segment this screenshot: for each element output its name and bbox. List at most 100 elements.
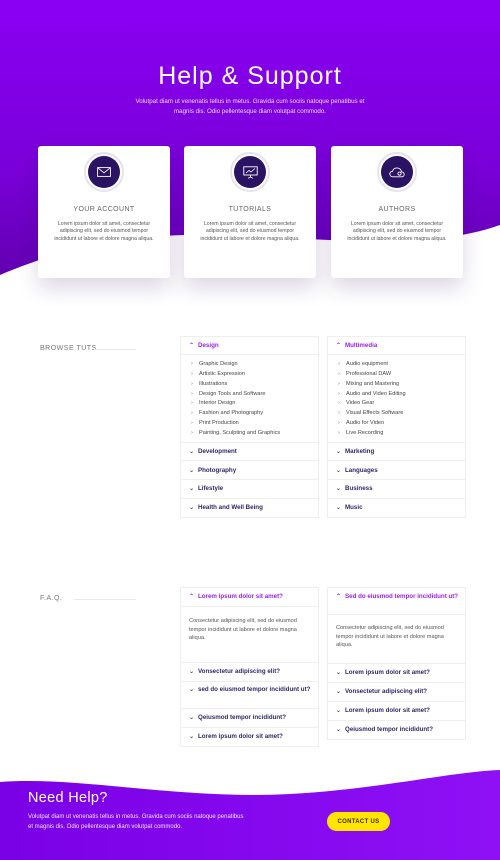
chevron-down-icon: ⌄ bbox=[336, 449, 342, 456]
faq-accordion-right: ⌃ Sed do eiusmod tempor incididunt ut? C… bbox=[327, 587, 466, 740]
list-item[interactable]: › Painting, Sculpting and Graphics bbox=[191, 429, 318, 439]
chevron-down-icon: ⌄ bbox=[336, 467, 342, 474]
faq-question: Sed do eiusmod tempor incididunt ut? bbox=[345, 593, 459, 600]
list-item[interactable]: › Interior Design bbox=[191, 399, 318, 409]
faq-answer: Consectetur adipiscing elit, sed do eius… bbox=[189, 618, 297, 642]
chevron-right-icon: › bbox=[191, 390, 193, 397]
card-tutorials[interactable]: TUTORIALS Lorem ipsum dolor sit amet, co… bbox=[184, 146, 316, 278]
faq-answer: Consectetur adipiscing elit, sed do eius… bbox=[336, 625, 444, 649]
chevron-right-icon: › bbox=[338, 410, 340, 417]
chevron-down-icon: ⌄ bbox=[336, 670, 342, 676]
accordion-row[interactable]: ⌄ Photography bbox=[181, 460, 318, 479]
list-item[interactable]: › Illustrations bbox=[191, 380, 318, 390]
chevron-right-icon: › bbox=[338, 361, 340, 367]
faq-question-row[interactable]: ⌄ Vonsectetur adipiscing elit? bbox=[181, 662, 318, 681]
card-icon-ring bbox=[230, 152, 270, 192]
chevron-right-icon: › bbox=[191, 361, 193, 367]
accordion-row[interactable]: ⌄ Development bbox=[181, 441, 318, 461]
card-text: Lorem ipsum dolor sit amet, consectetur … bbox=[347, 221, 447, 242]
chevron-right-icon: › bbox=[191, 410, 193, 417]
section-divider bbox=[74, 599, 136, 600]
browse-accordion-right: ⌃ Multimedia › Audio equipment › Professio… bbox=[327, 336, 466, 518]
chevron-down-icon: ⌄ bbox=[189, 669, 195, 675]
chevron-down-icon: ⌄ bbox=[189, 449, 195, 456]
chevron-right-icon: › bbox=[338, 400, 340, 407]
chevron-up-icon: ⌃ bbox=[336, 594, 342, 600]
page-title: Help & Support bbox=[158, 62, 342, 90]
faq-label: F.A.Q. bbox=[40, 595, 63, 602]
card-text: Lorem ipsum dolor sit amet, consectetur … bbox=[200, 221, 300, 242]
accordion-row[interactable]: ⌄ Lifestyle bbox=[181, 479, 318, 498]
list-item[interactable]: › Graphic Design bbox=[191, 360, 318, 370]
chevron-down-icon: ⌄ bbox=[189, 467, 195, 474]
chevron-right-icon: › bbox=[191, 380, 193, 387]
accordion-title: Design bbox=[198, 342, 219, 349]
faq-question-row[interactable]: ⌄ Lorem ipsum dolor sit amet? bbox=[181, 727, 318, 746]
card-text: Lorem ipsum dolor sit amet, consectetur … bbox=[54, 221, 154, 242]
footer-section bbox=[0, 770, 500, 860]
faq-accordion-left: ⌃ Lorem ipsum dolor sit amet? Consectetu… bbox=[180, 587, 319, 747]
section-divider bbox=[94, 349, 136, 350]
faq-question-row[interactable]: ⌄ Lorem ipsum dolor sit amet? bbox=[328, 701, 465, 720]
card-your-account[interactable]: YOUR ACCOUNT Lorem ipsum dolor sit amet,… bbox=[38, 146, 170, 278]
card-title: YOUR ACCOUNT bbox=[73, 206, 135, 213]
faq-question-row[interactable]: ⌄ Qeiusmod tempor incididunt? bbox=[328, 720, 465, 739]
chevron-right-icon: › bbox=[191, 400, 193, 407]
browse-tuts-label: BROWSE TUTS bbox=[40, 345, 97, 352]
list-item[interactable]: › Fashion and Photography bbox=[191, 409, 318, 419]
accordion-header-multimedia[interactable]: ⌃ Multimedia bbox=[328, 337, 465, 355]
card-title: AUTHORS bbox=[378, 206, 416, 213]
chevron-right-icon: › bbox=[338, 420, 340, 427]
list-item[interactable]: › Professional DAW bbox=[338, 370, 465, 380]
cloud-settings-icon bbox=[389, 166, 405, 177]
list-item[interactable]: › Audio equipment bbox=[338, 360, 465, 370]
accordion-panel: › Graphic Design › Artistic Expression › Il… bbox=[181, 355, 318, 442]
accordion-row[interactable]: ⌄ Languages bbox=[328, 460, 465, 479]
list-item[interactable]: › Audio for Video bbox=[338, 419, 465, 429]
chevron-right-icon: › bbox=[191, 420, 193, 427]
chevron-right-icon: › bbox=[338, 370, 340, 377]
faq-question-row[interactable]: ⌄ sed do eiusmod tempor incididunt ut? bbox=[181, 681, 318, 708]
faq-question-row[interactable]: ⌄ Qeiusmod tempor incididunt? bbox=[181, 708, 318, 727]
accordion-header-design[interactable]: ⌃ Design bbox=[181, 337, 318, 355]
chevron-right-icon: › bbox=[191, 370, 193, 377]
list-item[interactable]: › Design Tools and Software bbox=[191, 390, 318, 400]
card-icon-ring bbox=[377, 152, 417, 192]
accordion-title: Multimedia bbox=[345, 342, 378, 349]
list-item[interactable]: › Visual Effects Software bbox=[338, 409, 465, 419]
accordion-row[interactable]: ⌄ Marketing bbox=[328, 441, 465, 461]
faq-question-row[interactable]: ⌄ Lorem ipsum dolor sit amet? bbox=[328, 663, 465, 682]
chevron-right-icon: › bbox=[338, 429, 340, 436]
faq-question-open[interactable]: ⌃ Sed do eiusmod tempor incididunt ut? bbox=[328, 588, 465, 615]
presentation-board-icon bbox=[242, 165, 258, 179]
accordion-row[interactable]: ⌄ Music bbox=[328, 497, 465, 517]
chevron-right-icon: › bbox=[338, 380, 340, 387]
chevron-down-icon: ⌄ bbox=[336, 708, 342, 714]
browse-accordion-left: ⌃ Design › Graphic Design › Artistic Expre… bbox=[180, 336, 319, 518]
faq-question-open[interactable]: ⌃ Lorem ipsum dolor sit amet? bbox=[181, 588, 318, 607]
list-item[interactable]: › Audio and Video Editing bbox=[338, 390, 465, 400]
list-item[interactable]: › Print Production bbox=[191, 419, 318, 429]
accordion-panel: › Audio equipment › Professional DAW › Mixi… bbox=[328, 355, 465, 442]
chevron-down-icon: ⌄ bbox=[189, 687, 195, 693]
chevron-down-icon: ⌄ bbox=[189, 734, 195, 740]
contact-us-button[interactable]: CONTACT US bbox=[327, 812, 390, 831]
faq-question-row[interactable]: ⌄ Vonsectetur adipiscing elit? bbox=[328, 682, 465, 701]
accordion-row[interactable]: ⌄ Business bbox=[328, 479, 465, 498]
chevron-up-icon: ⌃ bbox=[336, 343, 342, 349]
chevron-right-icon: › bbox=[338, 390, 340, 397]
chevron-down-icon: ⌄ bbox=[336, 486, 342, 493]
chevron-down-icon: ⌄ bbox=[189, 715, 195, 721]
footer-text: Volutpat diam ut venenatis tellus in met… bbox=[28, 814, 244, 830]
list-item[interactable]: › Live Recording bbox=[338, 429, 465, 439]
list-item[interactable]: › Video Gear bbox=[338, 399, 465, 409]
chevron-down-icon: ⌄ bbox=[189, 505, 195, 512]
chevron-down-icon: ⌄ bbox=[336, 727, 342, 733]
list-item[interactable]: › Mixing and Mastering bbox=[338, 380, 465, 390]
accordion-row[interactable]: ⌄ Health and Well Being bbox=[181, 497, 318, 517]
chevron-up-icon: ⌃ bbox=[189, 343, 195, 349]
envelope-icon bbox=[97, 167, 111, 177]
list-item[interactable]: › Artistic Expression bbox=[191, 370, 318, 380]
card-authors[interactable]: AUTHORS Lorem ipsum dolor sit amet, cons… bbox=[331, 146, 463, 278]
chevron-up-icon: ⌃ bbox=[189, 594, 195, 600]
